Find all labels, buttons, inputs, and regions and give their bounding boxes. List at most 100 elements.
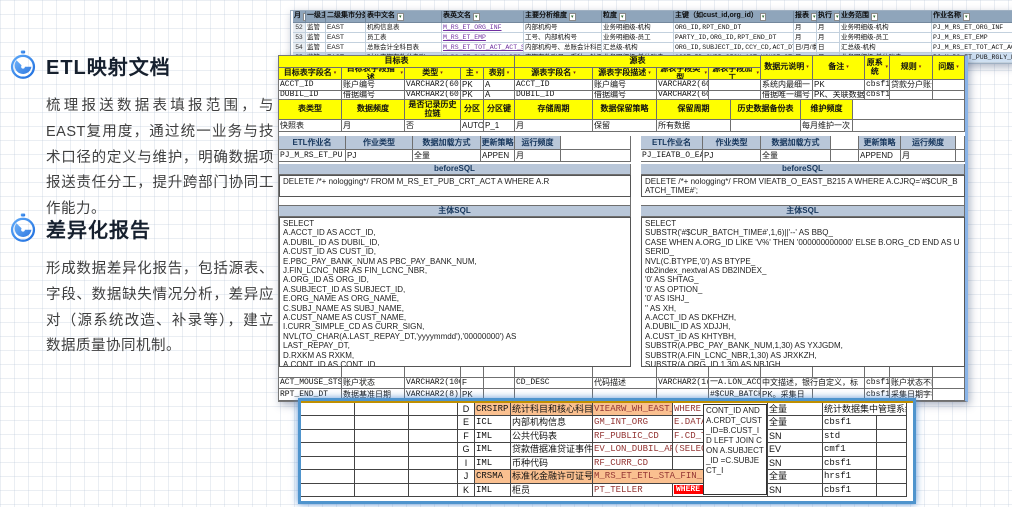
column-header: 表类型 [279, 100, 342, 120]
cell: ORG_ID,RPT_END_DT [674, 23, 794, 33]
cell: VARCHAR2(60) [657, 80, 709, 91]
cell: 月 [515, 120, 593, 132]
column-header: 源表字段描述▾ [593, 68, 657, 80]
cell: 月 [794, 23, 817, 33]
etl-header: 更新策略 [481, 136, 515, 150]
column-header: 分区 [461, 100, 484, 120]
cell: 中文描述，银行自定义，标 [761, 378, 865, 389]
etl-header: 作业类型 [703, 136, 761, 150]
before-sql-code: DELETE /*+ nologging*/ FROM M_RS_ET_PUB_… [279, 175, 631, 197]
cell: VARCHAR2(60) [405, 80, 461, 91]
cell: APPEN [481, 150, 515, 162]
cell [877, 443, 907, 456]
column-header: 数据保留策略 [593, 100, 657, 120]
cell: ACT_MOUSE_STS [279, 378, 342, 389]
cell: 内部机构号、总账会计科目编号、币种 [524, 43, 602, 53]
cell [515, 367, 593, 378]
cell: 月 [794, 33, 817, 43]
row-letter: K [458, 484, 475, 497]
cell [355, 470, 409, 483]
cell: A [484, 91, 515, 100]
cell [301, 484, 355, 497]
column-header: 源表字段名▾ [515, 68, 593, 80]
table-name: PT_TELLER [593, 484, 673, 497]
cell [956, 136, 965, 150]
table-name: GM_INT_ORG [593, 416, 673, 429]
filter-icon: ▾ [871, 13, 878, 21]
cell: 业务明细级-机构 [602, 23, 674, 33]
cell [355, 484, 409, 497]
cell: VARCHAR2(1000) [405, 378, 461, 389]
cell [561, 136, 631, 150]
etl-header: 运行频度 [901, 136, 956, 150]
cell: PJ_IEATB_O_EAST_B [641, 150, 703, 162]
column-header: 表中文名▾ [366, 11, 442, 23]
dropdown-icon: ▾ [885, 65, 888, 70]
cell: 业务明细级-员工 [602, 33, 674, 43]
column-header: 一级主题▾ [306, 11, 326, 23]
load-mode: SN [768, 457, 823, 470]
cell: 全量 [761, 150, 831, 162]
gauge-icon [8, 213, 38, 243]
load-mode: 全量 [768, 403, 823, 416]
cell [731, 120, 801, 132]
cell [301, 470, 355, 483]
load-mode: SN [768, 430, 823, 443]
column-header: 备注▾ [813, 56, 865, 80]
table-cn-name: 币种代码 [511, 457, 593, 470]
cell [561, 150, 631, 162]
cell: 代码描述 [593, 378, 657, 389]
dropdown-icon: ▾ [400, 71, 403, 76]
cell: ACCT_ID [515, 80, 593, 91]
cell [342, 367, 405, 378]
column-header: 主键（如cust_id,org_id）▾ [674, 11, 794, 23]
cell: 借据唯一编号 [761, 91, 813, 100]
cell [355, 403, 409, 416]
cell [409, 443, 458, 456]
cell: PJ [346, 150, 413, 162]
cell: 月 [817, 33, 840, 43]
cell [355, 430, 409, 443]
dropdown-icon: ▾ [648, 71, 651, 76]
cell: P_1 [484, 120, 515, 132]
cell: 员工表 [366, 33, 442, 43]
cell: PJ_M_RS_ET_TOT_ACT_ACT_S [932, 43, 1012, 53]
cell: 保留 [593, 120, 657, 132]
source-system: cmf1 [823, 443, 877, 456]
cell: 监管 [306, 23, 326, 33]
section-body: 梳理报送数据表填报范围，与EAST复用度，通过统一业务与技术口径的定义与维护，明… [46, 94, 274, 223]
cell [461, 367, 484, 378]
cell: 日/月/季 [794, 43, 817, 53]
column-header: 报表▾ [794, 11, 817, 23]
group-header-target: 目标表 [279, 56, 515, 68]
row-letter: G [458, 443, 475, 456]
cell: PJ_M_RS_ET_ORG_INF [932, 23, 1012, 33]
cell: 所有数据 [657, 120, 731, 132]
cell [355, 416, 409, 429]
etl-header: 数据加载方式 [761, 136, 831, 150]
cell [301, 416, 355, 429]
cell [865, 367, 890, 378]
main-sql-code: SELECTA.ACCT_ID AS ACCT_ID,A.DUBIL_ID AS… [279, 217, 631, 367]
cell [877, 470, 907, 483]
cell: 汇总级-机构 [602, 43, 674, 53]
section-body: 形成数据差异化报告，包括源表、字段、数据缺失情况分析，差异应对（源系统改造、补录… [46, 257, 274, 360]
dropdown-icon: ▾ [507, 71, 510, 76]
column-header: 存储周期 [515, 100, 593, 120]
group-header-source: 源表 [515, 56, 761, 68]
cell [301, 457, 355, 470]
row-letter: D [458, 403, 475, 416]
source-system: std [823, 430, 877, 443]
cell [933, 389, 965, 401]
cell: EAST [326, 43, 366, 53]
cell: PJ [703, 150, 761, 162]
cell [484, 367, 515, 378]
cell [709, 367, 761, 378]
cell [279, 197, 631, 206]
dropdown-icon: ▾ [919, 65, 922, 70]
dropdown-icon: ▾ [806, 65, 809, 70]
filter-icon: ▾ [473, 13, 480, 21]
source-system: cbsf1 [823, 416, 877, 429]
cell: PK [461, 80, 484, 91]
cell [877, 484, 907, 497]
